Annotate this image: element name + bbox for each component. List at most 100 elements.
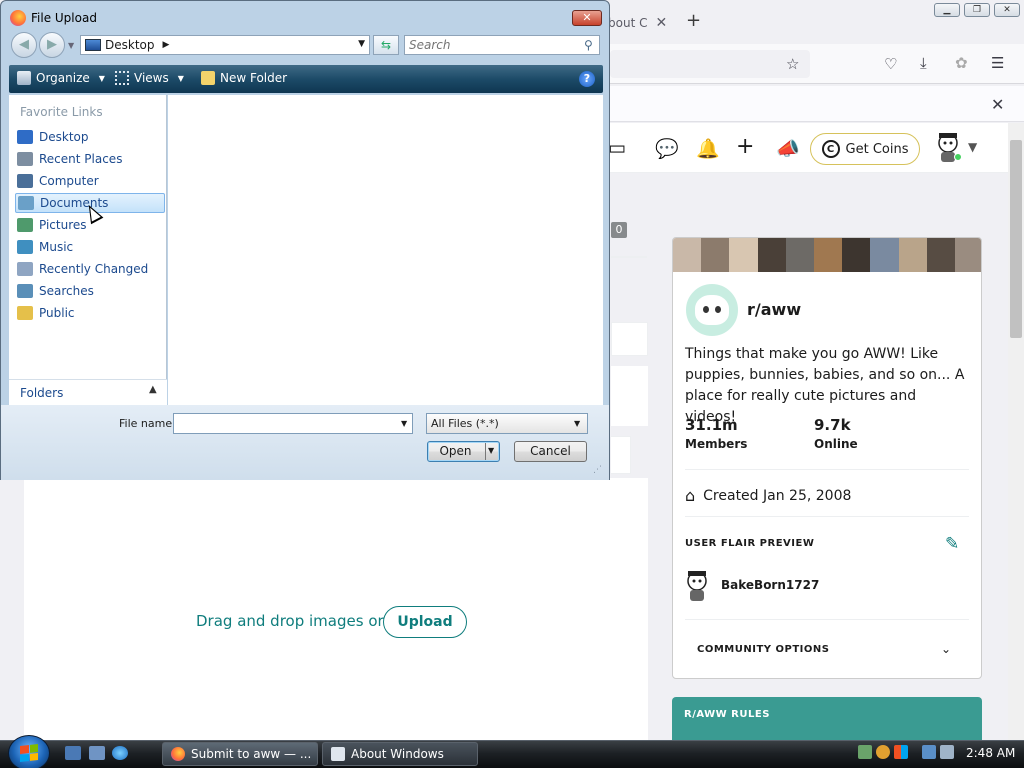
file-type-dropdown-icon[interactable]: ▼ bbox=[574, 419, 580, 428]
get-coins-label: Get Coins bbox=[845, 141, 909, 157]
favorite-recent-places[interactable]: Recent Places bbox=[15, 149, 165, 169]
computer-icon bbox=[17, 174, 33, 188]
dialog-title: File Upload bbox=[31, 11, 97, 25]
get-coins-button[interactable]: C Get Coins bbox=[810, 133, 920, 165]
file-type-select[interactable]: All Files (*.*) bbox=[426, 413, 588, 434]
address-bar[interactable]: Desktop ▶ ▼ bbox=[80, 35, 370, 55]
bookmark-star-icon[interactable]: ☆ bbox=[786, 55, 799, 73]
online-label: Online bbox=[814, 437, 858, 451]
organize-label: Organize bbox=[36, 71, 90, 85]
address-text: Desktop bbox=[105, 38, 155, 52]
network-tray-icon[interactable] bbox=[858, 745, 872, 759]
clock[interactable]: 2:48 AM bbox=[966, 746, 1015, 760]
search-icon[interactable]: ⚲ bbox=[584, 38, 593, 52]
chevron-up-icon[interactable]: ▲ bbox=[149, 384, 157, 395]
taskbar-button[interactable]: About Windows bbox=[322, 742, 478, 766]
input-edge[interactable] bbox=[611, 322, 648, 356]
navigation-pane: Favorite Links Desktop Recent Places Compu… bbox=[9, 95, 167, 405]
favorite-label: Recent Places bbox=[39, 152, 123, 166]
forward-button[interactable]: ▶ bbox=[39, 32, 65, 58]
file-upload-dialog: File Upload ✕ ◀ ▶ ▼ Desktop ▶ ▼ ⇆ ⚲ Orga… bbox=[0, 0, 610, 480]
history-dropdown-icon[interactable]: ▼ bbox=[68, 41, 74, 50]
resize-grip-icon[interactable]: ⋰ bbox=[593, 465, 602, 475]
tab-close-icon[interactable]: ✕ bbox=[655, 15, 667, 31]
organize-button[interactable]: Organize ▼ bbox=[17, 71, 105, 85]
desktop-icon bbox=[17, 130, 33, 144]
chat-icon[interactable]: 💬 bbox=[655, 137, 679, 160]
breadcrumb-arrow-icon[interactable]: ▶ bbox=[163, 40, 170, 50]
file-list-pane[interactable] bbox=[168, 95, 603, 405]
favorite-computer[interactable]: Computer bbox=[15, 171, 165, 191]
tab-title: bout C bbox=[608, 16, 648, 30]
volume-muted-icon[interactable] bbox=[940, 745, 954, 759]
help-icon[interactable]: ? bbox=[579, 71, 595, 87]
flair-preview-title: USER FLAIR PREVIEW bbox=[685, 538, 815, 549]
address-dropdown-icon[interactable]: ▼ bbox=[358, 39, 365, 49]
views-button[interactable]: Views ▼ bbox=[115, 71, 184, 85]
community-name[interactable]: r/aww bbox=[747, 300, 801, 319]
members-label: Members bbox=[685, 437, 748, 451]
favorite-music[interactable]: Music bbox=[15, 237, 165, 257]
documents-icon bbox=[18, 196, 34, 210]
search-tray-icon[interactable] bbox=[876, 745, 890, 759]
favorite-label: Recently Changed bbox=[39, 262, 149, 276]
windows-logo-icon bbox=[20, 744, 38, 762]
rules-header: R/AWW RULES bbox=[672, 697, 982, 740]
display-tray-icon[interactable] bbox=[922, 745, 936, 759]
extensions-icon[interactable]: ✿ bbox=[955, 54, 968, 72]
menu-icon[interactable]: ☰ bbox=[991, 54, 1004, 72]
file-name-input[interactable] bbox=[173, 413, 413, 434]
switch-windows-icon[interactable] bbox=[89, 746, 105, 760]
new-tab-button[interactable]: + bbox=[686, 10, 701, 31]
plus-icon[interactable]: + bbox=[736, 134, 754, 159]
windows-tray-icon[interactable] bbox=[894, 745, 908, 759]
favorite-recently-changed[interactable]: Recently Changed bbox=[15, 259, 165, 279]
megaphone-icon[interactable]: 📣 bbox=[776, 137, 800, 160]
favorite-desktop[interactable]: Desktop bbox=[15, 127, 165, 147]
pocket-icon[interactable]: ♡ bbox=[884, 55, 897, 73]
online-count: 9.7k bbox=[814, 416, 851, 434]
dialog-close-button[interactable]: ✕ bbox=[572, 10, 602, 26]
notification-close-icon[interactable]: ✕ bbox=[991, 95, 1004, 114]
favorite-label: Desktop bbox=[39, 130, 89, 144]
file-name-dropdown-icon[interactable]: ▼ bbox=[401, 419, 407, 428]
maximize-button[interactable]: ❐ bbox=[964, 3, 990, 17]
scrollbar-thumb[interactable] bbox=[1010, 140, 1022, 338]
caret-down-icon: ▼ bbox=[177, 73, 184, 83]
favorite-public[interactable]: Public bbox=[15, 303, 165, 323]
browser-tab[interactable]: bout C ✕ bbox=[608, 8, 667, 38]
pencil-icon[interactable]: ✎ bbox=[945, 534, 959, 554]
back-button[interactable]: ◀ bbox=[11, 32, 37, 58]
media-dropzone[interactable] bbox=[24, 478, 648, 740]
taskbar-button[interactable]: Submit to aww — ... bbox=[162, 742, 318, 766]
cancel-button[interactable]: Cancel bbox=[514, 441, 587, 462]
caret-down-icon: ▼ bbox=[98, 73, 105, 83]
bell-icon[interactable]: 🔔 bbox=[696, 137, 720, 160]
minimize-button[interactable]: ▁ bbox=[934, 3, 960, 17]
url-bar[interactable] bbox=[610, 50, 810, 78]
community-options[interactable]: COMMUNITY OPTIONS bbox=[697, 644, 829, 655]
favorite-searches[interactable]: Searches bbox=[15, 281, 165, 301]
upload-button[interactable]: Upload bbox=[383, 606, 467, 638]
favorite-label: Searches bbox=[39, 284, 94, 298]
downloads-icon[interactable]: ⤓ bbox=[920, 54, 927, 72]
open-dropdown-icon[interactable]: ▼ bbox=[488, 446, 494, 455]
internet-explorer-icon[interactable] bbox=[112, 746, 128, 760]
show-desktop-icon[interactable] bbox=[65, 746, 81, 760]
divider bbox=[685, 469, 969, 470]
new-folder-icon bbox=[201, 71, 215, 85]
video-icon[interactable]: ▭ bbox=[608, 137, 626, 159]
search-input[interactable] bbox=[404, 35, 600, 55]
new-folder-button[interactable]: New Folder bbox=[201, 71, 287, 85]
views-label: Views bbox=[134, 71, 169, 85]
refresh-button[interactable]: ⇆ bbox=[373, 35, 399, 55]
chevron-down-icon[interactable]: ▼ bbox=[968, 140, 977, 154]
button-edge[interactable] bbox=[611, 436, 631, 474]
close-window-button[interactable]: ✕ bbox=[994, 3, 1020, 17]
count-badge: 0 bbox=[611, 222, 627, 238]
folders-toggle[interactable]: Folders bbox=[9, 379, 167, 405]
created-text: Created Jan 25, 2008 bbox=[703, 487, 852, 504]
start-button[interactable] bbox=[8, 735, 50, 768]
online-status-dot bbox=[954, 153, 962, 161]
chevron-down-icon[interactable]: ⌄ bbox=[941, 642, 951, 656]
